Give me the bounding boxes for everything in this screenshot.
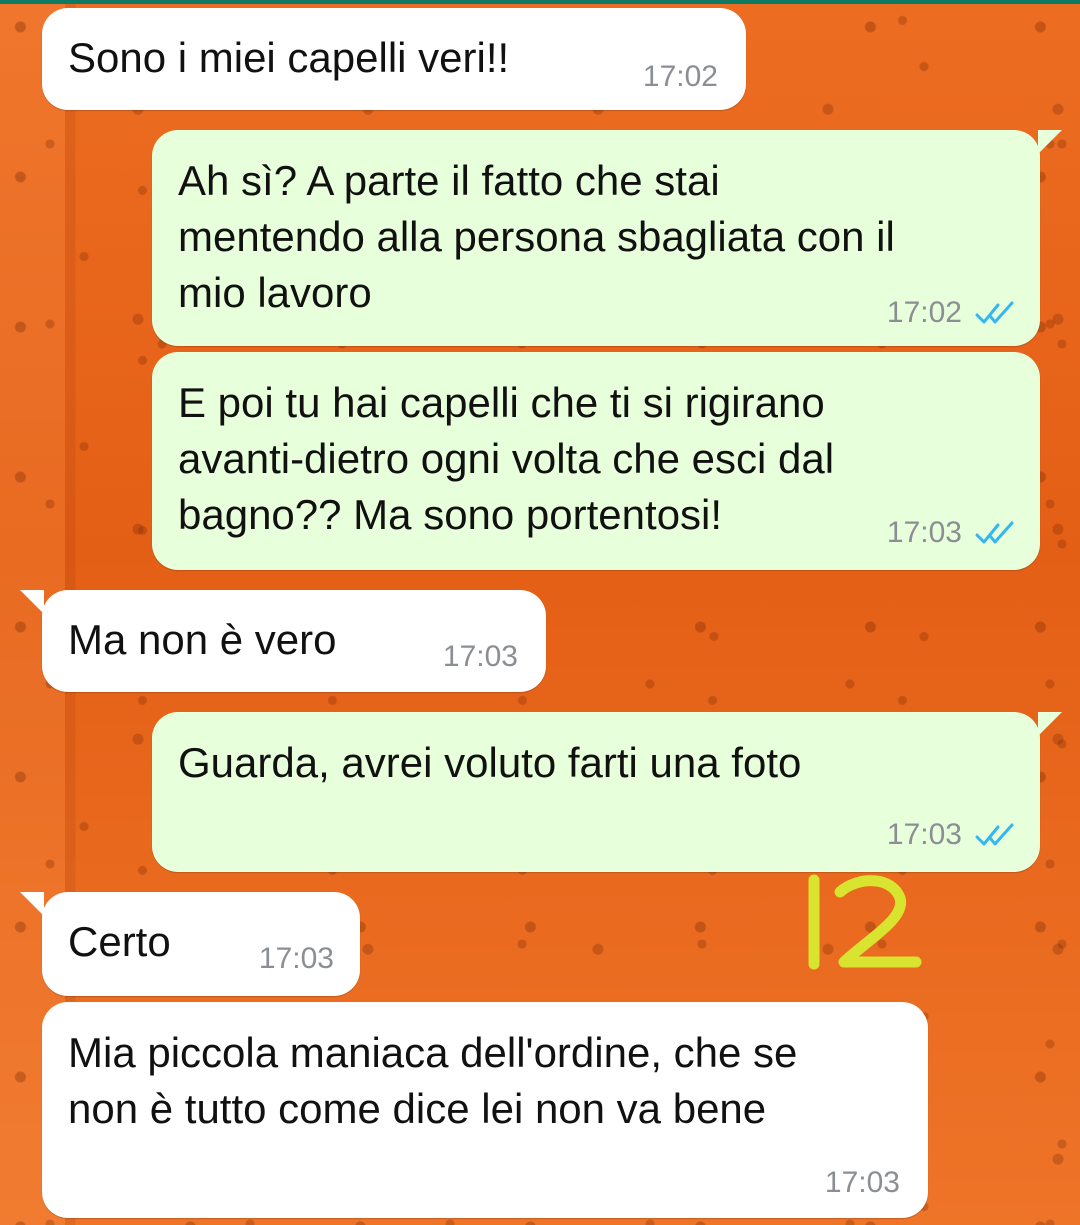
message-meta: 17:02 [643, 60, 718, 94]
message-text: Mia piccola maniaca dell'ordine, che se … [68, 1029, 798, 1132]
message-meta: 17:03 [887, 516, 1016, 550]
message-meta: 17:03 [443, 640, 518, 674]
message-text: Guarda, avrei voluto farti una foto [178, 739, 802, 786]
message-time: 17:03 [886, 818, 962, 851]
app-top-bar [0, 0, 1080, 4]
message-text: Sono i miei capelli veri!! [68, 34, 510, 81]
incoming-message-bubble[interactable]: Mia piccola maniaca dell'ordine, che se … [42, 1002, 928, 1218]
message-time: 17:03 [824, 1166, 900, 1199]
incoming-message-bubble[interactable]: Ma non è vero 17:03 [20, 590, 546, 692]
message-time: 17:02 [642, 60, 718, 93]
outgoing-message-bubble[interactable]: Ah sì? A parte il fatto che stai mentend… [152, 130, 1062, 346]
incoming-message-bubble[interactable]: Certo 17:03 [20, 892, 360, 996]
message-meta: 17:03 [887, 818, 1016, 852]
handwritten-annotation: 12 [808, 874, 922, 970]
message-meta: 17:03 [259, 942, 334, 976]
double-check-icon [975, 521, 1014, 544]
message-meta: 17:03 [825, 1166, 900, 1200]
message-time: 17:03 [258, 942, 334, 975]
message-text: Ah sì? A parte il fatto che stai mentend… [178, 157, 895, 316]
message-time: 17:02 [886, 296, 962, 329]
double-check-icon [975, 823, 1014, 846]
double-check-icon [975, 301, 1014, 324]
outgoing-message-bubble[interactable]: Guarda, avrei voluto farti una foto 17:0… [152, 712, 1062, 872]
message-text: E poi tu hai capelli che ti si rigirano … [178, 379, 835, 538]
incoming-message-bubble[interactable]: Sono i miei capelli veri!! 17:02 [42, 8, 746, 110]
message-text: Ma non è vero [68, 616, 337, 663]
message-meta: 17:02 [887, 296, 1016, 330]
message-text: Certo [68, 918, 171, 965]
message-time: 17:03 [442, 640, 518, 673]
outgoing-message-bubble[interactable]: E poi tu hai capelli che ti si rigirano … [152, 352, 1040, 570]
message-time: 17:03 [886, 516, 962, 549]
